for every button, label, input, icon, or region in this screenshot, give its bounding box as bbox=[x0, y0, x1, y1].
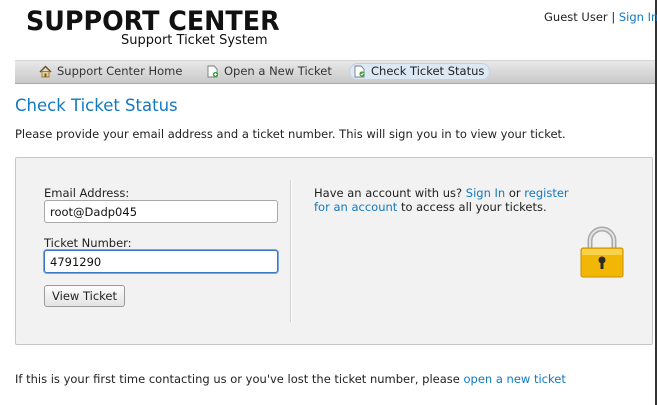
ticket-number-field[interactable] bbox=[44, 250, 278, 273]
footer-message: If this is your first time contacting us… bbox=[15, 372, 566, 386]
ticket-number-label: Ticket Number: bbox=[44, 236, 132, 250]
nav-item-check-status[interactable]: Check Ticket Status bbox=[349, 63, 491, 80]
site-logo[interactable]: SUPPORT CENTER Support Ticket System bbox=[26, 6, 280, 50]
nav-bar: Support Center Home Open a New Ticket Ch… bbox=[15, 60, 655, 84]
email-label: Email Address: bbox=[44, 186, 130, 200]
open-new-ticket-link[interactable]: open a new ticket bbox=[463, 372, 565, 386]
view-ticket-button[interactable]: View Ticket bbox=[44, 285, 125, 307]
lock-icon bbox=[580, 226, 624, 278]
account-sign-in-link[interactable]: Sign In bbox=[466, 186, 505, 200]
guest-user-label: Guest User bbox=[544, 10, 608, 24]
nav-item-label: Check Ticket Status bbox=[371, 64, 485, 78]
new-ticket-icon bbox=[206, 65, 219, 78]
ticket-status-icon bbox=[353, 65, 366, 78]
nav-item-home[interactable]: Support Center Home bbox=[35, 63, 188, 80]
account-text-before: Have an account with us? bbox=[314, 186, 463, 200]
panel-divider bbox=[290, 180, 291, 322]
account-text-after: to access all your tickets. bbox=[400, 200, 547, 214]
page-intro: Please provide your email address and a … bbox=[15, 127, 566, 141]
nav-item-label: Open a New Ticket bbox=[224, 64, 332, 78]
logo-subtitle: Support Ticket System bbox=[121, 33, 268, 48]
page-title: Check Ticket Status bbox=[15, 96, 178, 115]
footer-text: If this is your first time contacting us… bbox=[15, 372, 460, 386]
account-or-text: or bbox=[508, 186, 521, 200]
nav-item-new-ticket[interactable]: Open a New Ticket bbox=[202, 63, 338, 80]
account-message: Have an account with us? Sign In or regi… bbox=[314, 186, 574, 214]
user-separator: | bbox=[611, 10, 616, 24]
user-info: Guest User | Sign In bbox=[544, 10, 657, 24]
nav-item-label: Support Center Home bbox=[57, 64, 183, 78]
sign-in-link[interactable]: Sign In bbox=[619, 10, 657, 24]
home-icon bbox=[39, 65, 52, 78]
email-field[interactable] bbox=[44, 200, 278, 223]
